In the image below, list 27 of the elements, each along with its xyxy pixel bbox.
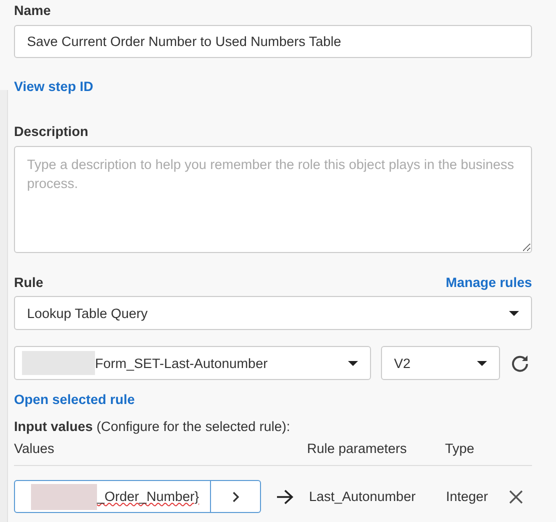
- input-values-heading: Input values (Configure for the selected rule):: [14, 419, 292, 434]
- field-label: Name: [14, 3, 52, 18]
- column-header: Rule parameters: [307, 441, 408, 456]
- value-field[interactable]: _Order_Number}: [14, 480, 211, 513]
- arrow-right-icon: [276, 488, 294, 504]
- name-field[interactable]: Save Current Order Number to Used Numbers Table: [14, 25, 532, 58]
- rule-select[interactable]: Form_SET-Last-Autonumber: [14, 346, 371, 380]
- manage-rules-link[interactable]: Manage rules: [446, 275, 532, 290]
- refresh-icon[interactable]: [510, 353, 530, 373]
- caret-icon: [348, 360, 358, 366]
- column-header: Type: [445, 441, 474, 456]
- close-icon[interactable]: [509, 490, 523, 504]
- field-label: Description: [14, 124, 90, 139]
- view-step-id-link[interactable]: View step ID: [14, 79, 94, 94]
- version-select[interactable]: V2: [381, 346, 500, 380]
- expand-button[interactable]: [211, 480, 261, 513]
- redaction-block: [31, 484, 97, 510]
- table-cell-text: Last_Autonumber: [309, 489, 417, 504]
- chevron-right-icon: [232, 490, 240, 502]
- caret-icon: [477, 360, 487, 366]
- column-header: Values: [14, 441, 56, 456]
- field-label: Rule: [14, 275, 44, 290]
- rule-type-select[interactable]: Lookup Table Query: [14, 296, 532, 330]
- table-cell-text: Integer: [446, 489, 490, 504]
- open-selected-rule-link[interactable]: Open selected rule: [14, 392, 135, 407]
- description-field[interactable]: Type a description to help you remember the role this object plays in the business process.: [14, 146, 532, 253]
- caret-icon: [509, 310, 519, 316]
